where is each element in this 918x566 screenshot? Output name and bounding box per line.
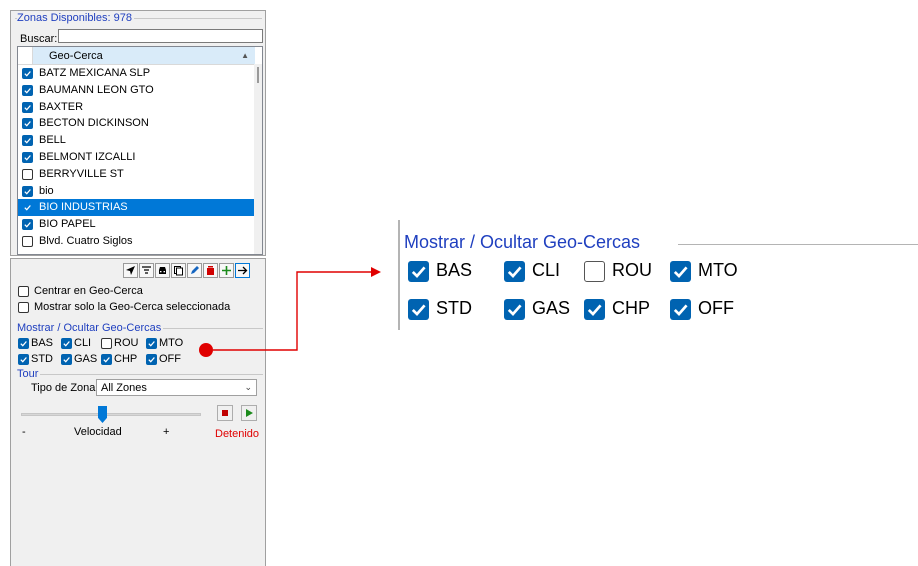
geocerca-checkbox-zoomed [670,261,691,282]
geocerca-label-zoomed: ROU [612,260,652,280]
geocerca-checkbox-zoomed [584,299,605,320]
geocercas-legend-zoomed: Mostrar / Ocultar Geo-Cercas [404,232,641,252]
geocerca-checkbox-zoomed [504,261,525,282]
geocerca-checkbox-zoomed [408,299,429,320]
geocerca-checkbox-zoomed [584,261,605,282]
geocerca-label-zoomed: BAS [436,260,473,280]
geocerca-label-zoomed: OFF [698,298,734,318]
geocerca-label-zoomed: CHP [612,298,651,318]
geocerca-label-zoomed: MTO [698,260,738,280]
group-border [678,244,918,245]
geocerca-checkbox-zoomed [408,261,429,282]
geocerca-label-zoomed: GAS [532,298,571,318]
geocerca-label-zoomed: CLI [532,260,561,280]
geocerca-checkbox-zoomed [504,299,525,320]
group-border [398,220,400,330]
geocercas-zoom-callout: Mostrar / Ocultar Geo-Cercas BAS CLI ROU MT… [398,220,918,330]
geocerca-checkbox-zoomed [670,299,691,320]
geocerca-label-zoomed: STD [436,298,472,318]
